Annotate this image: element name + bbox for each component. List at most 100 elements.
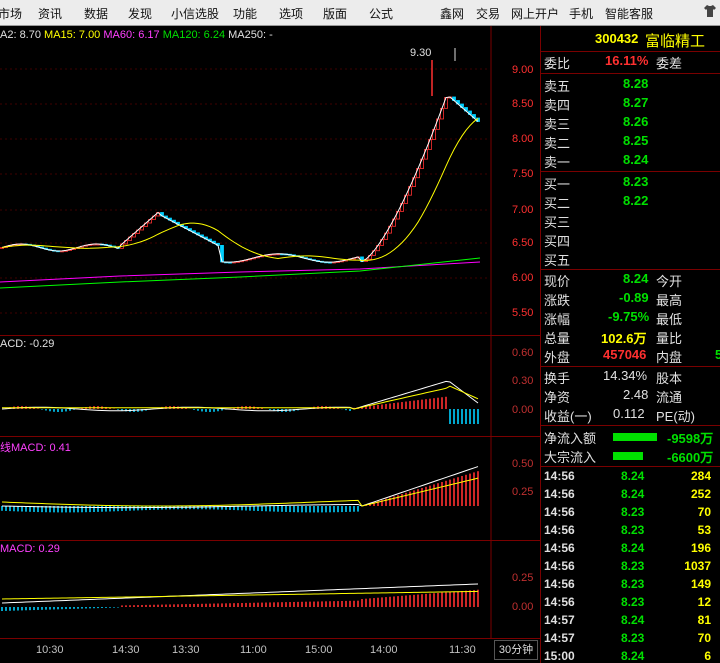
stat-label: 涨幅: [544, 312, 571, 327]
tick-row[interactable]: 14:56 8.24 284: [541, 469, 720, 487]
menu-item-stock-picker[interactable]: 小信选股: [171, 5, 219, 22]
menu-item-data[interactable]: 数据: [84, 5, 108, 22]
menu-item-mobile[interactable]: 手机: [569, 5, 593, 22]
bid-label: 买一: [544, 177, 571, 192]
tick-row[interactable]: 14:56 8.23 12: [541, 595, 720, 613]
ma-legend: A2: 8.70 MA15: 7.00 MA60: 6.17 MA120: 6.…: [0, 29, 273, 41]
tick-time: 14:56: [544, 541, 575, 555]
tick-time: 14:56: [544, 505, 575, 519]
tick-time: 14:56: [544, 523, 575, 537]
ask-row[interactable]: 卖一 8.24: [541, 152, 720, 171]
tick-price: 8.24: [621, 469, 645, 483]
bid-row[interactable]: 买二 8.22: [541, 193, 720, 212]
ask-price: 8.24: [623, 152, 649, 167]
ma60-line: [0, 261, 481, 283]
stat-label: 今开: [656, 274, 683, 289]
tick-volume: 81: [697, 613, 711, 627]
stat-label: 内盘: [656, 350, 683, 365]
macd1-axis-label: 0.30: [512, 375, 534, 387]
tick-row[interactable]: 14:57 8.24 81: [541, 613, 720, 631]
stat-row: 换手 14.34% 股本: [541, 368, 720, 387]
bid-price: 8.22: [623, 193, 649, 208]
bid-row[interactable]: 买四: [541, 231, 720, 250]
flow-row[interactable]: 大宗流入 -6600万: [541, 447, 720, 466]
menu-item-news[interactable]: 资讯: [38, 5, 62, 22]
stat-label: PE(动): [656, 409, 696, 424]
menu-item-market[interactable]: 市场: [0, 5, 22, 22]
ask-label: 卖二: [544, 136, 571, 151]
ma250-label: MA250: -: [228, 29, 273, 41]
pane-divider[interactable]: [0, 335, 540, 336]
tick-price: 8.24: [621, 541, 645, 555]
stat-value: 0.112: [613, 406, 645, 421]
stat-label: 换手: [544, 371, 571, 386]
period-selector[interactable]: 30分钟: [494, 640, 538, 660]
tick-row[interactable]: 14:57 8.23 70: [541, 631, 720, 649]
stat-label: 涨跌: [544, 293, 571, 308]
ask-label: 卖五: [544, 79, 571, 94]
tick-time: 14:56: [544, 595, 575, 609]
ask-price: 8.26: [623, 114, 649, 129]
tick-volume: 12: [697, 595, 711, 609]
price-axis-label: 8.50: [512, 98, 534, 110]
tick-row[interactable]: 14:56 8.23 1037: [541, 559, 720, 577]
ma15-line: [1, 118, 479, 261]
bid-row[interactable]: 买三: [541, 212, 720, 231]
time-axis-label: 13:30: [172, 644, 200, 656]
chart-canvas[interactable]: [0, 26, 540, 663]
tick-volume: 70: [697, 505, 711, 519]
menu-item-layout[interactable]: 版面: [323, 5, 347, 22]
price-axis-label: 7.50: [512, 168, 534, 180]
stock-name: 富临精工: [645, 33, 706, 50]
menu-item-formula[interactable]: 公式: [369, 5, 393, 22]
ask-row[interactable]: 卖二 8.25: [541, 133, 720, 152]
ma60-label: MA60: 6.17: [103, 29, 160, 41]
stat-label: 收益(一): [544, 409, 592, 424]
tick-time: 14:56: [544, 487, 575, 501]
time-axis-label: 11:00: [240, 644, 267, 656]
pane-divider[interactable]: [0, 436, 540, 437]
price-axis-label: 8.00: [512, 133, 534, 145]
menu-item-open-account[interactable]: 网上开户: [511, 5, 559, 22]
tick-time: 14:56: [544, 469, 575, 483]
stat-value: 2.48: [623, 387, 649, 402]
menu-item-options[interactable]: 选项: [279, 5, 303, 22]
time-axis-label: 10:30: [36, 644, 64, 656]
tick-row[interactable]: 14:56 8.24 196: [541, 541, 720, 559]
kline-chart[interactable]: A2: 8.70 MA15: 7.00 MA60: 6.17 MA120: 6.…: [0, 26, 540, 663]
menu-item-trade[interactable]: 交易: [476, 5, 500, 22]
tick-time: 14:56: [544, 559, 575, 573]
bid-row[interactable]: 买一 8.23: [541, 174, 720, 193]
tick-volume: 196: [690, 541, 711, 555]
shirt-icon[interactable]: [704, 4, 716, 18]
bid-row[interactable]: 买五: [541, 250, 720, 269]
time-axis-divider: [0, 638, 540, 639]
ask-row[interactable]: 卖三 8.26: [541, 114, 720, 133]
stat-row: 收益(一) 0.112 PE(动): [541, 406, 720, 425]
stat-label: 外盘: [544, 350, 571, 365]
menu-item-functions[interactable]: 功能: [233, 5, 257, 22]
price-axis-label: 6.50: [512, 237, 534, 249]
menu-item-discover[interactable]: 发现: [128, 5, 152, 22]
ma120-line: [0, 257, 481, 289]
pane-divider[interactable]: [0, 540, 540, 541]
tick-row[interactable]: 14:56 8.23 70: [541, 505, 720, 523]
ask-row[interactable]: 卖四 8.27: [541, 95, 720, 114]
ask-price: 8.28: [623, 76, 649, 91]
tick-price: 8.23: [621, 631, 645, 645]
tick-row[interactable]: 15:00 8.24 6: [541, 649, 720, 663]
macd2-axis-label: 0.50: [512, 458, 534, 470]
weibi-label: 委比: [544, 56, 571, 71]
tick-row[interactable]: 14:56 8.24 252: [541, 487, 720, 505]
menu-item-xinnet[interactable]: 鑫网: [440, 5, 464, 22]
ask-row[interactable]: 卖五 8.28: [541, 76, 720, 95]
tick-row[interactable]: 14:56 8.23 53: [541, 523, 720, 541]
stat-label: 总量: [544, 331, 571, 346]
flow-row[interactable]: 净流入额 -9598万: [541, 428, 720, 447]
tick-price: 8.23: [621, 577, 645, 591]
stat-row: 涨幅 -9.75% 最低: [541, 309, 720, 328]
tick-row[interactable]: 14:56 8.23 149: [541, 577, 720, 595]
menu-item-service[interactable]: 智能客服: [605, 5, 653, 22]
ask-price: 8.25: [623, 133, 649, 148]
ask-label: 卖四: [544, 98, 571, 113]
